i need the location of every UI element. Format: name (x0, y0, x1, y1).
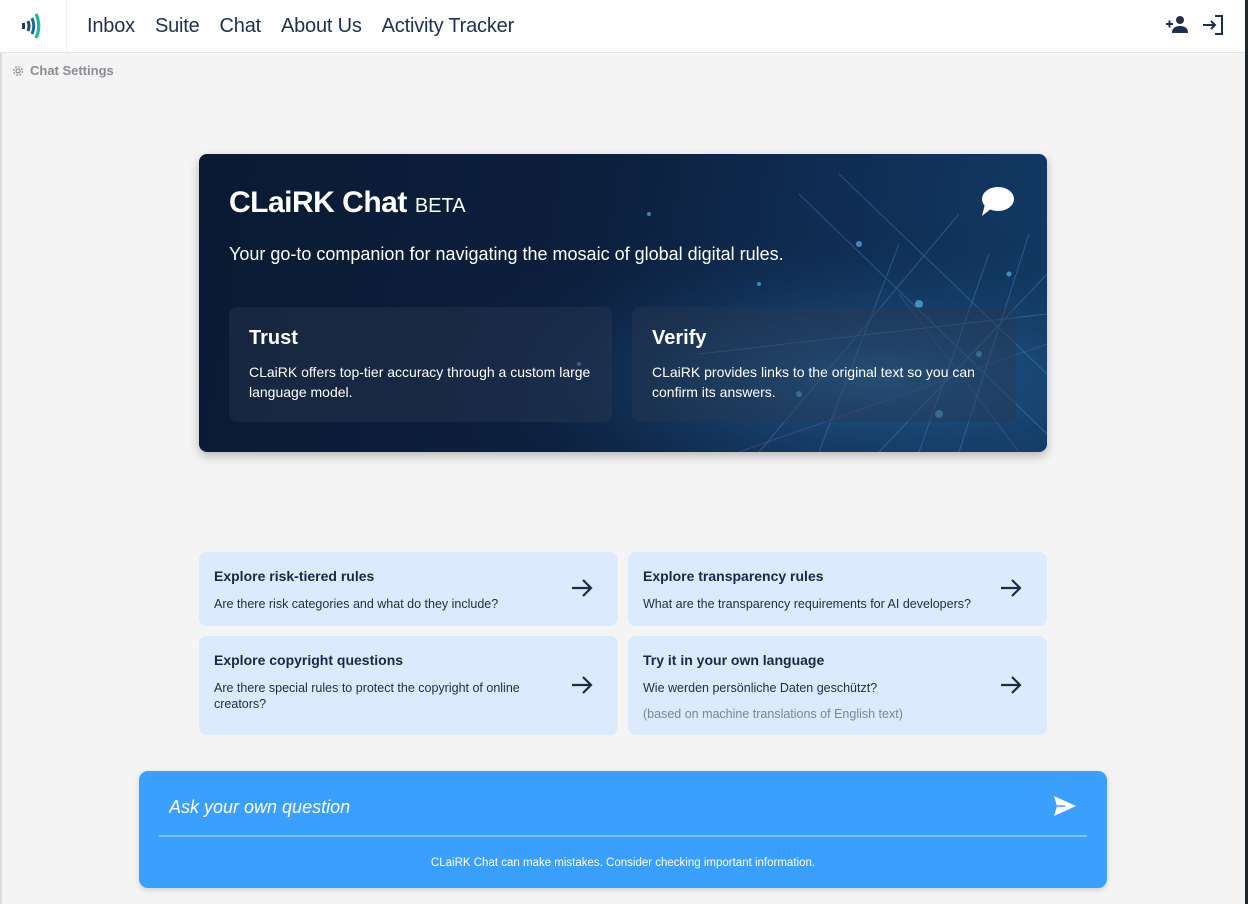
hero-banner: CLaiRK Chat BETA Your go-to companion fo… (199, 154, 1047, 452)
chat-settings-link[interactable]: Chat Settings (12, 63, 114, 78)
suggestion-title: Explore copyright questions (214, 652, 404, 668)
add-user-icon (1166, 16, 1188, 33)
hero-title: CLaiRK Chat BETA (229, 186, 466, 220)
arrow-right-icon (572, 579, 593, 597)
nav-item-chat[interactable]: Chat (220, 15, 262, 38)
send-button[interactable] (1053, 795, 1077, 822)
suggestion-question: Are there risk categories and what do th… (214, 597, 499, 611)
suggestion-question: Wie werden persönliche Daten geschützt? (643, 681, 878, 695)
beta-badge: BETA (414, 195, 466, 217)
trust-card: Trust CLaiRK offers top-tier accuracy th… (229, 307, 612, 422)
disclaimer-text: CLaiRK Chat can make mistakes. Consider … (430, 857, 816, 869)
suggestion-title: Explore risk-tiered rules (214, 568, 375, 584)
trust-card-title: Trust (249, 327, 298, 349)
main-nav: Inbox Suite Chat About Us Activity Track… (87, 15, 534, 38)
suggestion-title: Try it in your own language (643, 652, 825, 668)
suggestion-card-transparency[interactable]: Explore transparency rules What are the … (628, 552, 1047, 626)
nav-item-inbox[interactable]: Inbox (87, 15, 135, 38)
nav-item-suite[interactable]: Suite (155, 15, 200, 38)
arrow-right-icon (572, 676, 593, 694)
verify-card-text: CLaiRK provides links to the original te… (652, 364, 975, 400)
suggestion-card-copyright[interactable]: Explore copyright questions Are there sp… (199, 636, 618, 735)
logo-sound-waves-icon (22, 13, 41, 39)
hero-subtitle: Your go-to companion for navigating the … (229, 244, 784, 264)
input-underline (159, 835, 1087, 837)
chat-bubble-icon (982, 187, 1014, 216)
ask-question-panel: CLaiRK Chat can make mistakes. Consider … (139, 771, 1107, 888)
suggestion-question: Are there special rules to protect the c… (214, 681, 520, 711)
log-in-button[interactable] (1200, 12, 1226, 38)
gear-icon (13, 65, 23, 76)
suggestion-question: What are the transparency requirements f… (643, 597, 971, 611)
question-input[interactable] (169, 793, 1029, 821)
login-icon (1203, 15, 1223, 35)
verify-card: Verify CLaiRK provides links to the orig… (632, 307, 1016, 422)
logo[interactable] (0, 0, 67, 53)
sign-up-button[interactable] (1164, 12, 1190, 38)
send-icon (1054, 796, 1076, 816)
verify-card-title: Verify (652, 327, 707, 349)
nav-item-activity-tracker[interactable]: Activity Tracker (382, 15, 515, 38)
hero-title-text: CLaiRK Chat (229, 186, 407, 219)
chat-settings-label: Chat Settings (30, 63, 114, 78)
hero-chat-icon-wrap (979, 186, 1015, 223)
arrow-right-icon (1001, 579, 1022, 597)
nav-item-about-us[interactable]: About Us (281, 15, 362, 38)
suggestion-card-risk-tiered[interactable]: Explore risk-tiered rules Are there risk… (199, 552, 618, 626)
trust-card-text: CLaiRK offers top-tier accuracy through … (249, 364, 591, 400)
suggestion-note: (based on machine translations of Englis… (643, 707, 903, 721)
page: Inbox Suite Chat About Us Activity Track… (0, 0, 1248, 904)
account-actions (1164, 12, 1226, 38)
top-nav-bar: Inbox Suite Chat About Us Activity Track… (0, 0, 1248, 53)
suggestion-card-own-language[interactable]: Try it in your own language Wie werden p… (628, 636, 1047, 735)
arrow-right-icon (1001, 676, 1022, 694)
suggestion-title: Explore transparency rules (643, 568, 824, 584)
left-border (0, 53, 2, 904)
